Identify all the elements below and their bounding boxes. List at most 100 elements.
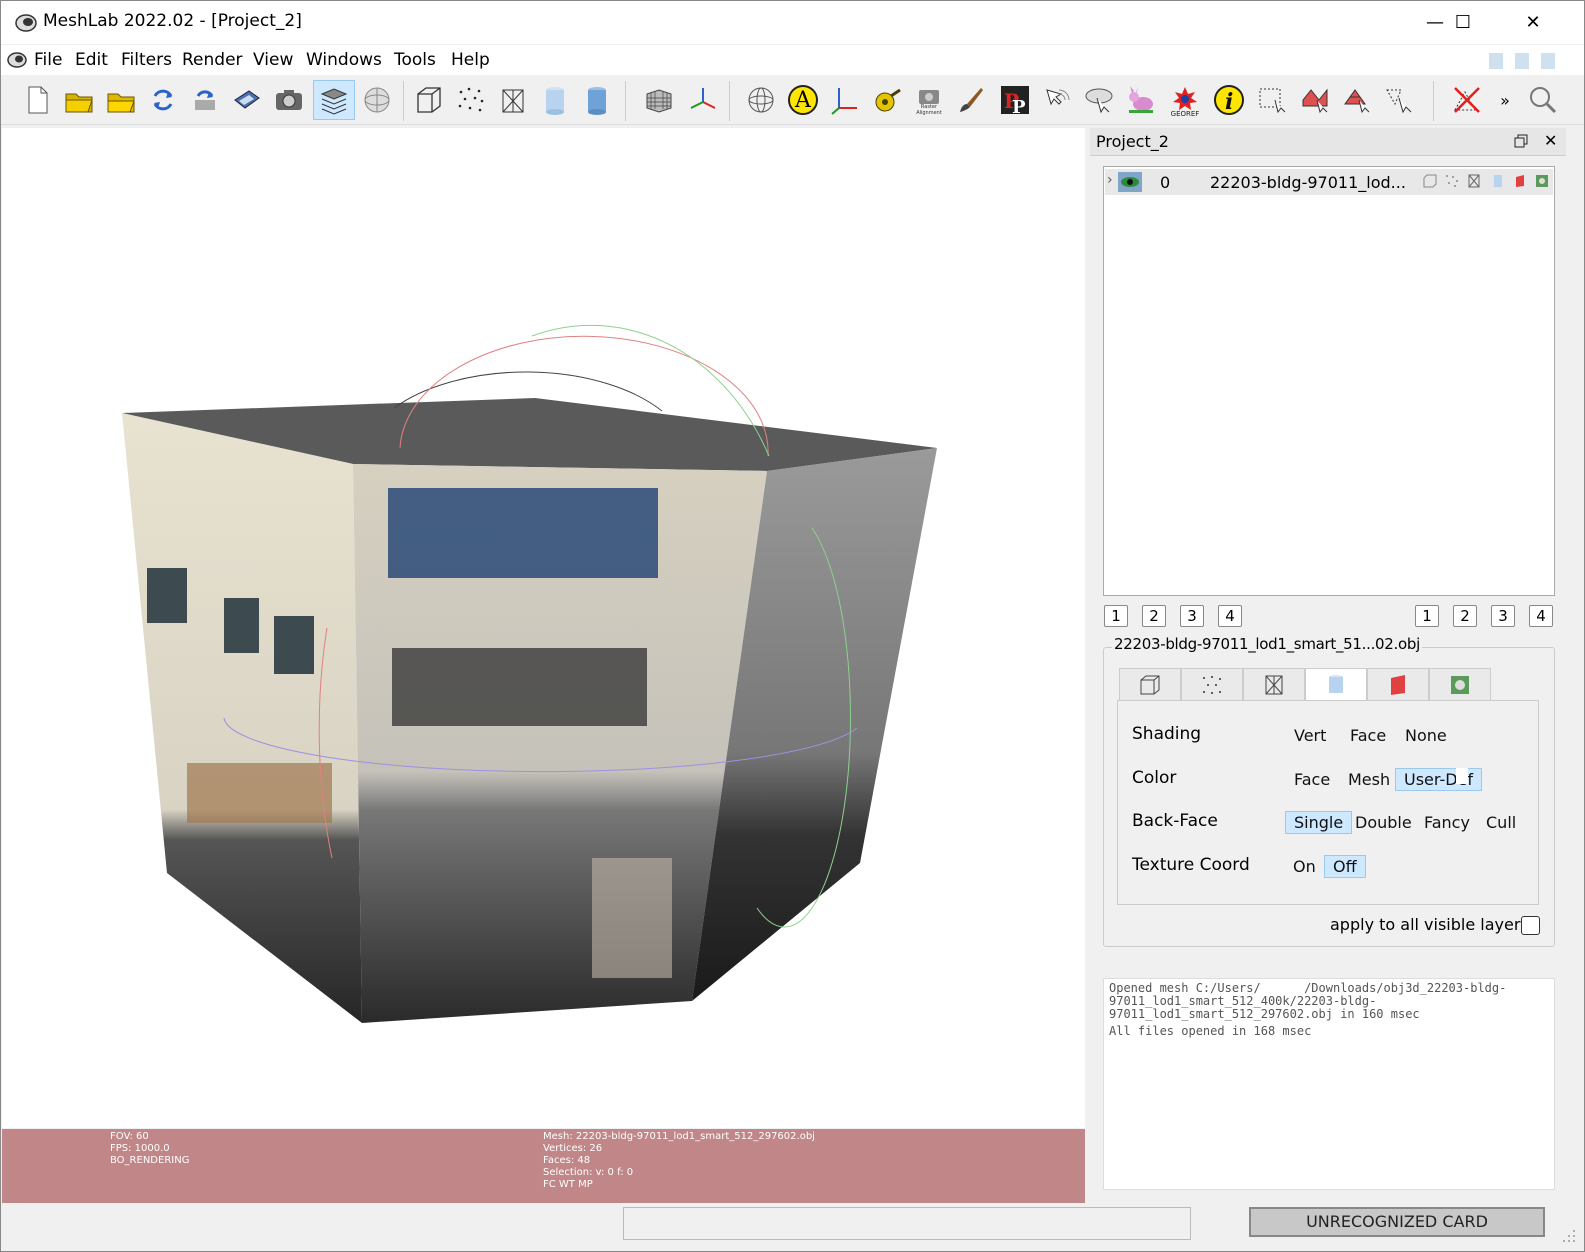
reload-icon[interactable] (145, 82, 181, 118)
bunny-icon[interactable] (1123, 82, 1159, 118)
new-project-icon[interactable] (19, 82, 55, 118)
texcoord-off-option[interactable]: Off (1324, 855, 1366, 878)
resize-grip-icon[interactable] (1561, 1228, 1577, 1244)
layer-color-icon[interactable] (1513, 174, 1527, 188)
align-icon[interactable] (1039, 82, 1075, 118)
panel-header[interactable]: Project_2 ✕ (1090, 128, 1566, 156)
select-region-icon[interactable] (1381, 82, 1417, 118)
frame-axes-icon[interactable] (827, 82, 863, 118)
trackball-icon[interactable] (743, 82, 779, 118)
left-view-1-button[interactable]: 1 (1104, 605, 1128, 627)
status-bar: UNRECOGNIZED CARD (1, 1204, 1584, 1251)
layers-icon[interactable] (313, 80, 355, 120)
meshlab-logo-icon (15, 14, 37, 32)
shading-face-option[interactable]: Face (1341, 724, 1395, 747)
panel-close-button[interactable]: ✕ (1544, 131, 1557, 150)
annotation-icon[interactable]: A (785, 82, 821, 118)
color-user-def-option[interactable]: User-Def (1395, 768, 1483, 791)
pickpoints-icon[interactable]: PP (997, 82, 1033, 118)
status-progress-field (623, 1207, 1191, 1240)
backface-single-option[interactable]: Single (1285, 811, 1353, 834)
right-view-3-button[interactable]: 3 (1491, 605, 1515, 627)
left-view-2-button[interactable]: 2 (1142, 605, 1166, 627)
import-mesh-icon[interactable] (103, 82, 139, 118)
layer-bbox-icon[interactable] (1423, 174, 1437, 188)
visibility-eye-icon[interactable] (1118, 172, 1142, 192)
menu-edit[interactable]: Edit (75, 50, 108, 70)
user-color-swatch[interactable] (1456, 768, 1468, 784)
backface-fancy-option[interactable]: Fancy (1415, 811, 1479, 834)
app-menu-icon[interactable] (7, 50, 27, 70)
svg-text:i: i (1225, 89, 1233, 115)
layer-texture-icon[interactable] (1535, 174, 1549, 188)
right-view-1-button[interactable]: 1 (1415, 605, 1439, 627)
right-view-2-button[interactable]: 2 (1453, 605, 1477, 627)
paint-icon[interactable] (953, 82, 989, 118)
menu-view[interactable]: View (253, 50, 293, 70)
title-bar[interactable]: MeshLab 2022.02 - [Project_2] — ☐ ✕ (1, 1, 1584, 44)
save-icon[interactable] (229, 82, 265, 118)
color-face-option[interactable]: Face (1285, 768, 1339, 791)
backface-double-option[interactable]: Double (1346, 811, 1421, 834)
delete-icon[interactable] (1449, 82, 1485, 118)
tab-wireframe[interactable] (1243, 668, 1305, 701)
maximize-button[interactable]: ☐ (1433, 1, 1493, 44)
layer-wireframe-icon[interactable] (1467, 174, 1481, 188)
right-view-4-button[interactable]: 4 (1529, 605, 1553, 627)
grid-icon[interactable] (641, 82, 677, 118)
texcoord-on-option[interactable]: On (1284, 855, 1325, 878)
left-view-3-button[interactable]: 3 (1180, 605, 1204, 627)
select-faces-icon[interactable] (1297, 82, 1333, 118)
tab-bbox[interactable] (1119, 668, 1181, 701)
sphere-mesh-icon[interactable] (359, 82, 395, 118)
backface-cull-option[interactable]: Cull (1477, 811, 1525, 834)
open-project-icon[interactable] (61, 82, 97, 118)
layer-row[interactable]: › 0 22203-bldg-97011_lod... (1105, 169, 1553, 195)
smooth-shading-icon[interactable] (537, 82, 573, 118)
more-icon[interactable]: » (1495, 82, 1515, 118)
bbox-icon[interactable] (411, 82, 447, 118)
mdi-restore-icon[interactable] (1515, 53, 1529, 69)
snapshot-icon[interactable] (271, 82, 307, 118)
tab-edit-color[interactable] (1367, 668, 1429, 701)
building-mesh-render (122, 324, 937, 1023)
layer-name: 22203-bldg-97011_lod... (1210, 173, 1406, 192)
menu-tools[interactable]: Tools (394, 50, 436, 70)
shading-none-option[interactable]: None (1396, 724, 1456, 747)
menu-file[interactable]: File (34, 50, 62, 70)
menu-help[interactable]: Help (451, 50, 490, 70)
3d-viewport[interactable] (2, 128, 1085, 1128)
apply-all-checkbox[interactable] (1521, 916, 1540, 935)
manipulator-icon[interactable] (1081, 82, 1117, 118)
points-icon[interactable] (453, 82, 489, 118)
measure-icon[interactable] (869, 82, 905, 118)
menu-windows[interactable]: Windows (306, 50, 382, 70)
flat-shading-icon[interactable] (579, 82, 615, 118)
color-mesh-option[interactable]: Mesh (1339, 768, 1399, 791)
restore-icon[interactable] (1514, 134, 1528, 148)
tab-points[interactable] (1181, 668, 1243, 701)
shading-vert-option[interactable]: Vert (1285, 724, 1335, 747)
tab-texture[interactable] (1429, 668, 1491, 701)
menu-filters[interactable]: Filters (121, 50, 172, 70)
raster-alignment-icon[interactable]: Raster Alignment (911, 82, 947, 118)
left-view-4-button[interactable]: 4 (1218, 605, 1242, 627)
axes-icon[interactable] (685, 82, 721, 118)
expand-chevron-icon[interactable]: › (1107, 172, 1113, 188)
mdi-close-icon[interactable] (1541, 53, 1555, 69)
mdi-minimize-icon[interactable] (1489, 53, 1503, 69)
reload-all-icon[interactable] (187, 82, 223, 118)
layer-shading-icon[interactable] (1491, 174, 1505, 188)
gpu-card-status: UNRECOGNIZED CARD (1249, 1207, 1545, 1237)
zoom-icon[interactable] (1525, 82, 1561, 118)
georef-icon[interactable]: GEOREF (1167, 82, 1203, 118)
select-connected-icon[interactable] (1339, 82, 1375, 118)
close-button[interactable]: ✕ (1503, 1, 1563, 44)
menu-render[interactable]: Render (182, 50, 243, 70)
tab-solid[interactable] (1305, 668, 1367, 701)
wireframe-icon[interactable] (495, 82, 531, 118)
layer-points-icon[interactable] (1445, 174, 1459, 188)
info-icon[interactable]: i (1211, 82, 1247, 118)
select-vertices-icon[interactable] (1255, 82, 1291, 118)
log-window[interactable]: Opened mesh C:/Users/ /Downloads/obj3d_2… (1103, 978, 1555, 1190)
